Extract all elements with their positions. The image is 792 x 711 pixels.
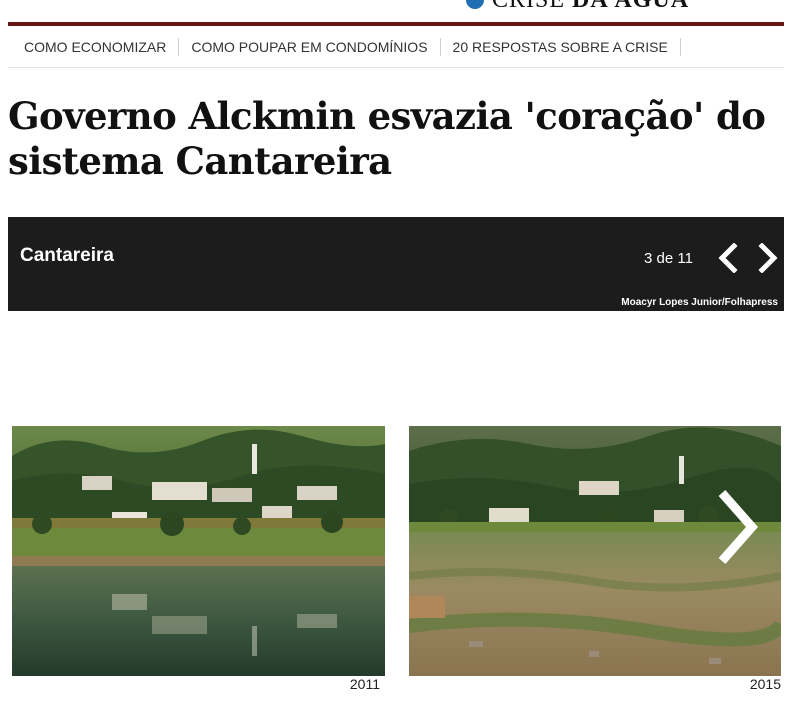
chevron-left-icon <box>718 243 738 273</box>
previous-photo-button[interactable] <box>714 243 740 273</box>
section-rule <box>8 22 784 26</box>
nav-item-como-poupar-condominios[interactable]: COMO POUPAR EM CONDOMÍNIOS <box>179 38 441 56</box>
brand-text: CRISE DA ÁGUA <box>492 0 689 14</box>
gallery-header: Cantareira 3 de 11 Moacyr Lopes Junior/F… <box>8 217 784 311</box>
section-nav: COMO ECONOMIZAR COMO POUPAR EM CONDOMÍNI… <box>8 27 784 68</box>
next-photo-overlay-button[interactable] <box>714 487 762 567</box>
water-drop-icon <box>466 0 484 9</box>
photo-caption-2011: 2011 <box>349 676 380 692</box>
chevron-right-icon <box>758 243 778 273</box>
article-headline: Governo Alckmin esvazia 'coração' do sis… <box>8 94 766 183</box>
chevron-right-icon <box>718 490 759 564</box>
brand-logo[interactable]: CRISE DA ÁGUA <box>466 0 689 14</box>
gallery-counter: 3 de 11 <box>644 250 693 267</box>
photo-credit: Moacyr Lopes Junior/Folhapress <box>621 297 778 308</box>
nav-item-20-respostas[interactable]: 20 RESPOSTAS SOBRE A CRISE <box>441 38 681 56</box>
photo-2011 <box>12 426 385 676</box>
gallery-title: Cantareira <box>20 245 114 266</box>
photo-caption-2015: 2015 <box>749 676 781 692</box>
next-photo-button[interactable] <box>756 243 782 273</box>
nav-item-como-economizar[interactable]: COMO ECONOMIZAR <box>8 38 180 56</box>
